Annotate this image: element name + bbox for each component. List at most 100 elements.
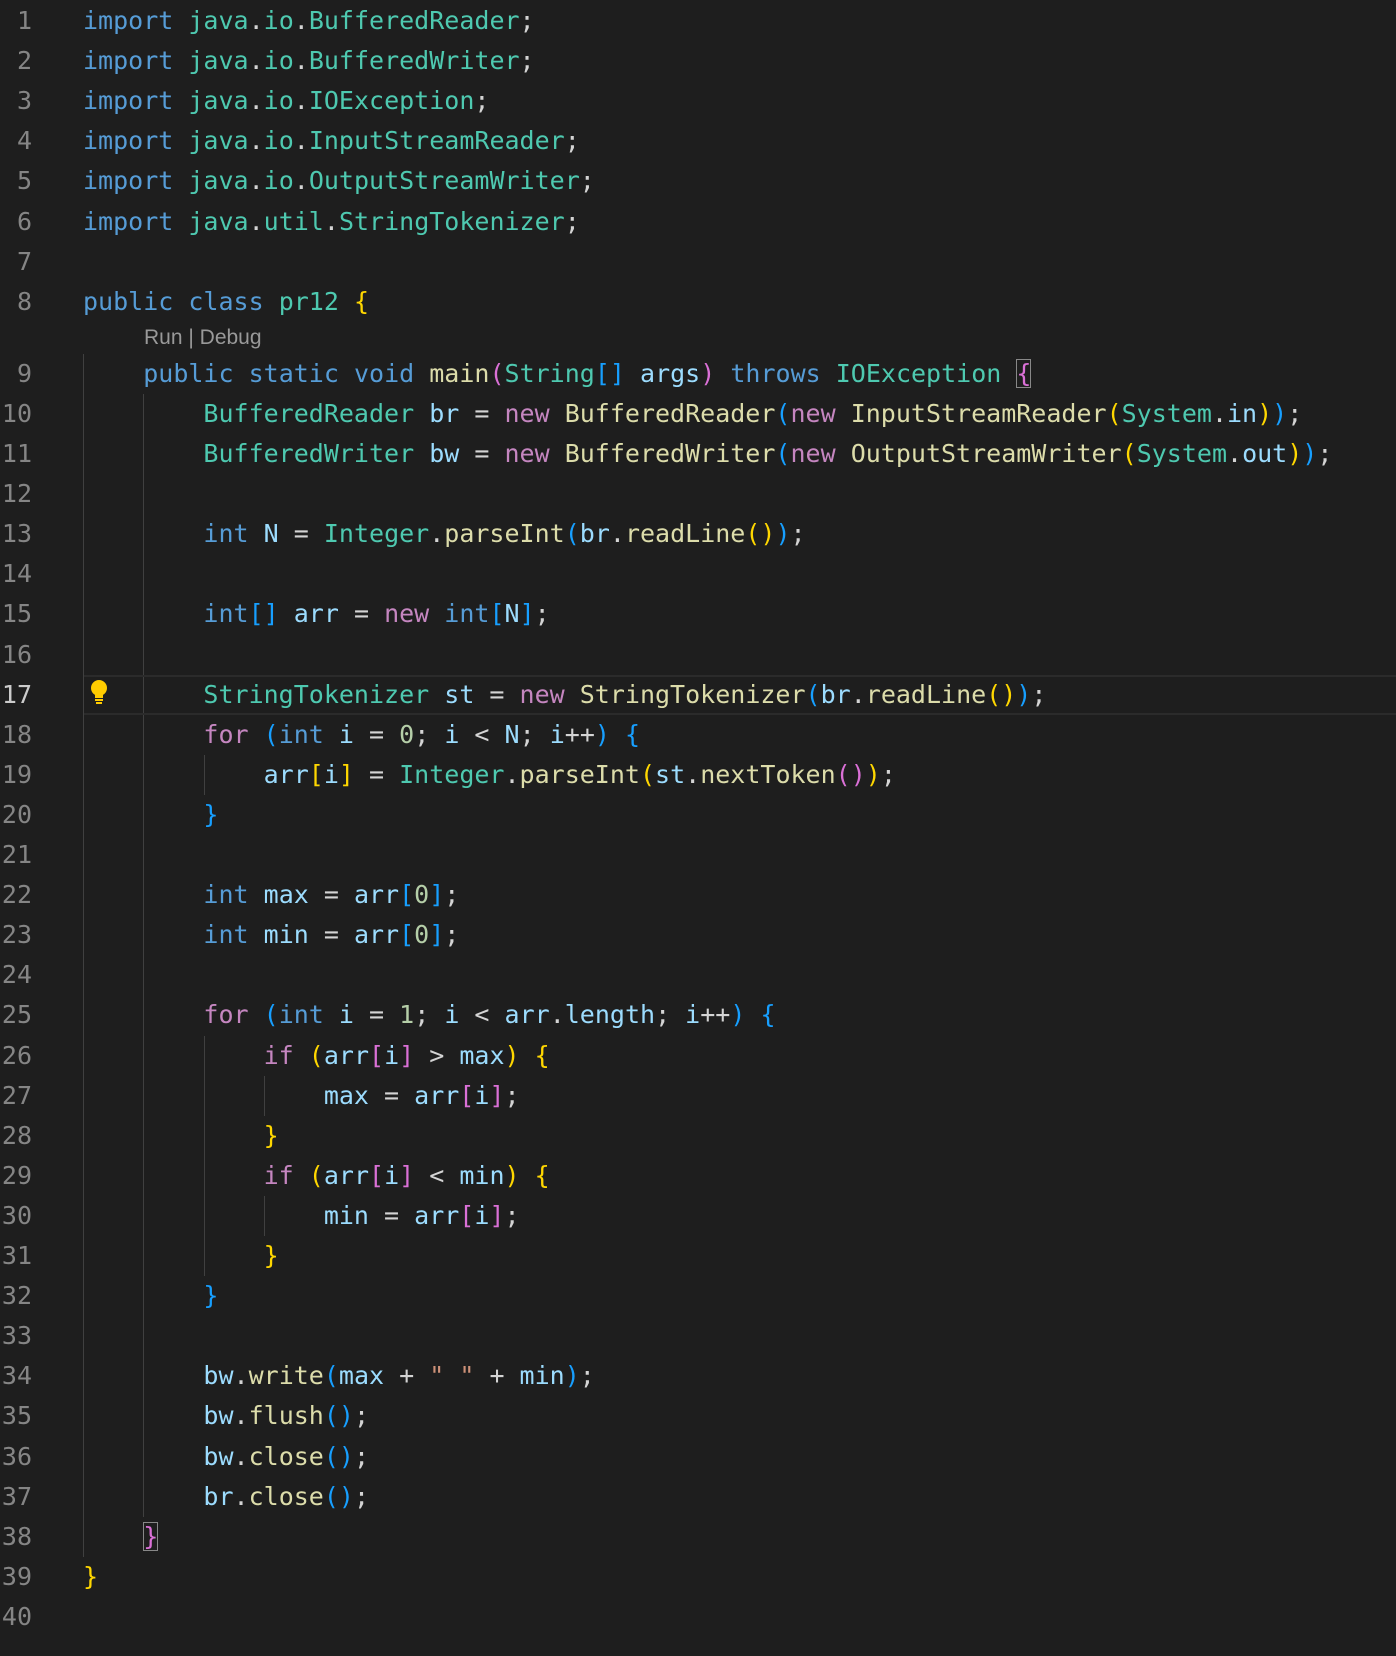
code-line[interactable]: 21 <box>0 835 1396 875</box>
code-token: . <box>248 166 264 196</box>
code-token: arr <box>293 599 339 629</box>
code-token: ( <box>308 1160 324 1190</box>
line-number: 8 <box>16 286 32 316</box>
code-line[interactable]: 9 public static void main(String[] args)… <box>0 354 1396 394</box>
line-number: 12 <box>1 479 32 509</box>
code-line[interactable]: 24 <box>0 955 1396 995</box>
line-number: 16 <box>1 639 32 669</box>
code-line[interactable]: 12 <box>0 474 1396 514</box>
code-line[interactable]: 31 } <box>0 1236 1396 1276</box>
code-line[interactable]: 25 for (int i = 1; i < arr.length; i++) … <box>0 995 1396 1035</box>
line-code: for (int i = 0; i < N; i++) { <box>83 715 640 755</box>
code-token: () <box>835 759 866 789</box>
code-line[interactable]: 4 import java.io.InputStreamReader; <box>0 121 1396 161</box>
code-line[interactable]: 39} <box>0 1557 1396 1597</box>
code-token: i <box>444 1000 460 1030</box>
code-token: . <box>233 1481 249 1511</box>
codelens-debug-link[interactable]: Debug <box>200 326 262 349</box>
code-line[interactable]: 38 } <box>0 1517 1396 1557</box>
code-token: ; <box>414 1000 445 1030</box>
code-line[interactable]: 6 import java.util.StringTokenizer; <box>0 202 1396 242</box>
code-line[interactable]: 11 BufferedWriter bw = new BufferedWrite… <box>0 434 1396 474</box>
code-line[interactable]: 14 <box>0 554 1396 594</box>
line-code: StringTokenizer st = new StringTokenizer… <box>83 675 1046 715</box>
code-line[interactable]: 33 <box>0 1316 1396 1356</box>
code-line[interactable]: 13 int N = Integer.parseInt(br.readLine(… <box>0 514 1396 554</box>
code-token: [] <box>594 358 625 388</box>
line-number: 39 <box>1 1561 32 1591</box>
code-line[interactable]: 7 <box>0 242 1396 282</box>
code-token: = <box>308 920 354 950</box>
code-line[interactable]: 35 bw.flush(); <box>0 1396 1396 1436</box>
code-token: write <box>248 1361 324 1391</box>
line-number: 11 <box>1 439 32 468</box>
code-token: . <box>293 46 309 76</box>
code-token: + <box>384 1361 430 1391</box>
code-line[interactable]: 28 } <box>0 1116 1396 1156</box>
code-token: ( <box>263 719 279 749</box>
code-token: () <box>323 1441 354 1471</box>
code-token: out <box>1242 439 1288 468</box>
code-line[interactable]: 32 } <box>0 1276 1396 1316</box>
code-line[interactable]: 40 <box>0 1597 1396 1637</box>
code-editor[interactable]: 1 import java.io.BufferedReader; 2 import j… <box>0 0 1396 1656</box>
code-line[interactable]: 36 bw.close(); <box>0 1437 1396 1477</box>
code-token: ; <box>519 719 550 749</box>
code-token: StringTokenizer <box>338 206 565 236</box>
code-line[interactable]: 20 } <box>0 795 1396 835</box>
code-line[interactable]: 27 max = arr[i]; <box>0 1076 1396 1116</box>
code-line[interactable]: 1 import java.io.BufferedReader; <box>0 1 1396 41</box>
code-token: BufferedReader <box>308 6 520 35</box>
code-line[interactable]: 10 BufferedReader br = new BufferedReade… <box>0 394 1396 434</box>
line-number: 20 <box>1 799 32 829</box>
code-line[interactable]: 34 bw.write(max + " " + min); <box>0 1356 1396 1396</box>
code-token: ) <box>1302 439 1318 468</box>
line-code: int max = arr[0]; <box>83 875 459 915</box>
code-line[interactable]: 19 arr[i] = Integer.parseInt(st.nextToke… <box>0 755 1396 795</box>
code-line[interactable]: 37 br.close(); <box>0 1477 1396 1517</box>
code-line[interactable]: 2 import java.io.BufferedWriter; <box>0 41 1396 81</box>
code-line[interactable]: 18 for (int i = 0; i < N; i++) { <box>0 715 1396 755</box>
code-line[interactable]: 29 if (arr[i] < min) { <box>0 1156 1396 1196</box>
line-code: min = arr[i]; <box>83 1196 520 1236</box>
code-line[interactable]: 23 int min = arr[0]; <box>0 915 1396 955</box>
code-line[interactable]: 5 import java.io.OutputStreamWriter; <box>0 161 1396 201</box>
code-line[interactable]: 3 import java.io.IOException; <box>0 81 1396 121</box>
code-token: ( <box>1121 439 1137 468</box>
code-line[interactable]: 16 <box>0 635 1396 675</box>
code-token: ) <box>730 1000 746 1030</box>
code-line[interactable]: 17 StringTokenizer st = new StringTokeni… <box>0 674 1396 715</box>
code-token: N <box>504 719 520 749</box>
code-token: { <box>353 286 370 316</box>
code-token: java <box>188 126 249 156</box>
code-token: [ <box>369 1040 385 1070</box>
codelens-run-link[interactable]: Run <box>144 326 183 349</box>
code-token: BufferedWriter <box>564 439 776 468</box>
code-token: i <box>474 1200 490 1230</box>
line-code: arr[i] = Integer.parseInt(st.nextToken()… <box>83 755 896 795</box>
code-line[interactable]: 8 public class pr12 { <box>0 282 1396 322</box>
code-token: min <box>459 1160 505 1190</box>
code-token: max <box>459 1040 505 1070</box>
code-line[interactable]: 22 int max = arr[0]; <box>0 875 1396 915</box>
code-token: String <box>504 358 595 388</box>
code-token: new <box>384 599 430 629</box>
code-token: ) <box>504 1040 520 1070</box>
code-line[interactable]: 30 min = arr[i]; <box>0 1196 1396 1236</box>
line-number: 23 <box>1 920 32 950</box>
code-token: } <box>83 1561 99 1591</box>
line-code: if (arr[i] < min) { <box>83 1156 550 1196</box>
code-line[interactable]: 26 if (arr[i] > max) { <box>0 1036 1396 1076</box>
code-line[interactable]: 15 int[] arr = new int[N]; <box>0 594 1396 634</box>
